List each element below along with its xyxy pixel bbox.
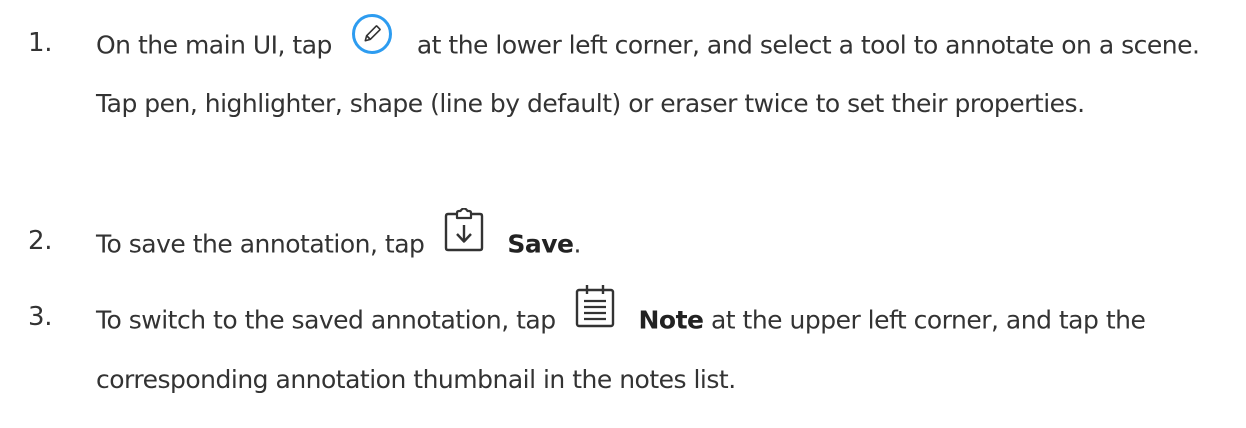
step-number: 3. (28, 302, 53, 332)
step-text: To switch to the saved annotation, tap N… (96, 285, 1216, 407)
note-label: Note (638, 305, 704, 335)
step-text: On the main UI, tap at the lower left co… (96, 13, 1216, 131)
note-list-icon (575, 284, 615, 347)
step-number: 1. (28, 28, 53, 58)
step-text-before: To save the annotation, tap (96, 229, 425, 259)
step-number: 2. (28, 226, 53, 256)
instruction-steps: 1. On the main UI, tap at the lower left… (0, 0, 1246, 428)
save-label: Save (507, 229, 574, 259)
step-text-before: On the main UI, tap (96, 30, 332, 60)
step-text-before: To switch to the saved annotation, tap (96, 305, 556, 335)
pencil-circle-icon (351, 13, 393, 74)
step-text: To save the annotation, tap Save. (96, 207, 1216, 277)
clipboard-download-icon (444, 207, 484, 271)
step-text-after: . (573, 229, 581, 259)
